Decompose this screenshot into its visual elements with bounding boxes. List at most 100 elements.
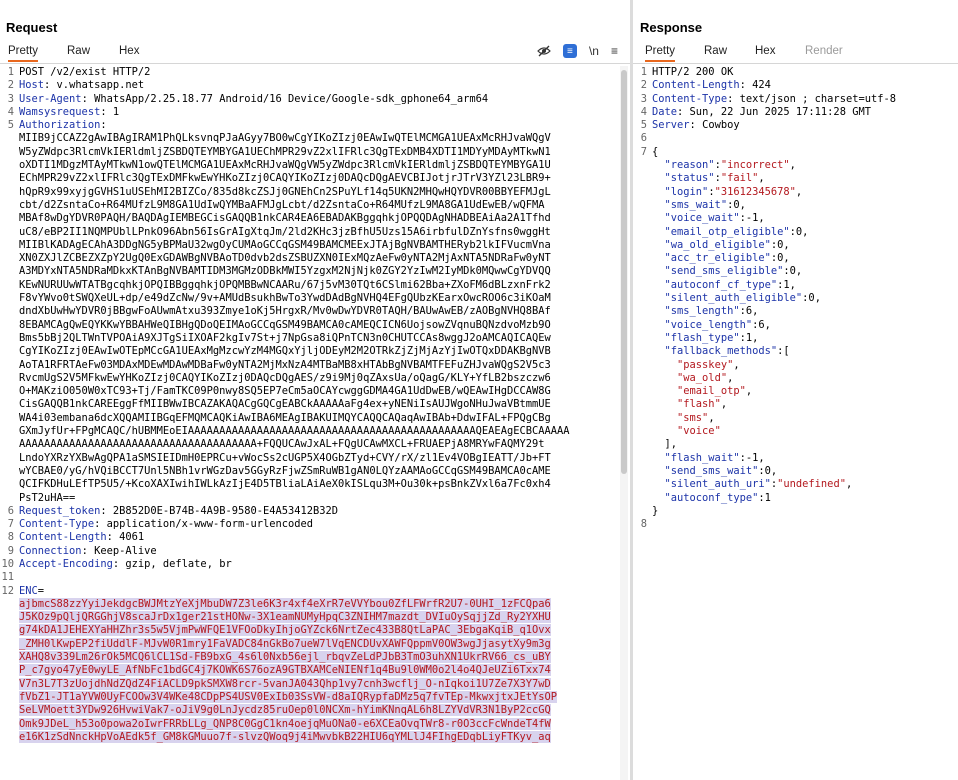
request-code-line: _ZMH0lKwpEP2fiUddlF-MJvW0R1mry1FaVADC84n… xyxy=(19,637,616,651)
response-code-line: "wa_old_eligible":0, xyxy=(652,239,954,252)
response-editor[interactable]: 12345678 HTTP/2 200 OK Content-Length: 42… xyxy=(633,66,958,780)
request-code-line: XAHQ8v339Lm26rOk5MCQ6lCL1Sd-FB9bxG_4s6l0… xyxy=(19,651,616,664)
request-line-number xyxy=(0,146,14,159)
response-code-line: "reason":"incorrect", xyxy=(652,159,954,172)
request-line-number xyxy=(0,319,14,332)
request-line-number xyxy=(0,265,14,278)
request-line-number: 1 xyxy=(7,66,14,78)
comma: , xyxy=(752,331,759,344)
request-code-line: MBAf8wDgYDVR0PAQH/BAQDAgIEMBEGCisGAQQB1n… xyxy=(19,212,551,225)
request-code-line: Authorization: xyxy=(19,119,616,132)
header-name: Content-Type xyxy=(19,518,95,531)
response-code-line: "send_sms_eligible":0, xyxy=(652,265,954,278)
comma: , xyxy=(845,478,853,491)
response-line-number xyxy=(633,425,647,438)
response-line-number xyxy=(633,212,647,225)
response-code-line: "voice_length":6, xyxy=(652,319,954,332)
request-tab-raw[interactable]: Raw xyxy=(67,43,90,60)
request-tab-hex[interactable]: Hex xyxy=(119,43,139,60)
json-key: "voice_wait" xyxy=(664,212,740,225)
request-line-number xyxy=(0,305,14,318)
request-scrollbar-thumb[interactable] xyxy=(621,70,627,474)
response-code-line: Content-Type: text/json ; charset=utf-8 xyxy=(652,93,954,106)
request-line-number xyxy=(0,345,14,358)
response-tab-hex[interactable]: Hex xyxy=(755,43,775,60)
json-string: "incorrect" xyxy=(720,159,790,172)
response-line-number: 4 xyxy=(640,105,647,118)
request-code[interactable]: POST /v2/exist HTTP/2 Host: v.whatsapp.ne… xyxy=(19,66,616,744)
request-scrollbar[interactable] xyxy=(620,66,628,780)
response-line-number xyxy=(633,492,647,505)
response-tab-pretty[interactable]: Pretty xyxy=(645,43,676,62)
request-code-line: RvcmUgS2V5MFkwEwYHKoZIzj0CAQYIKoZIzj0DAQ… xyxy=(19,371,551,384)
request-editor[interactable]: 1 2 3 4 5 6 7 8 9 10 11 12 POST /v2/exist HTTP/2 Hos… xyxy=(0,66,630,780)
response-code-line: "flash", xyxy=(652,398,954,411)
request-line-number xyxy=(0,212,14,225)
response-code-line: Server: Cowboy xyxy=(652,119,954,132)
request-tab-pretty[interactable]: Pretty xyxy=(8,43,39,62)
response-code[interactable]: HTTP/2 200 OK Content-Length: 424 Content-… xyxy=(652,66,954,531)
request-line-number: 4 xyxy=(7,105,14,118)
response-line-number xyxy=(633,319,647,332)
response-tab-raw[interactable]: Raw xyxy=(704,43,727,60)
request-code-line: Omk9JDeL_h53o0powa2oIwrFRRbLLg_QNP8C0GgC… xyxy=(19,717,616,731)
wrap-lines-icon[interactable]: ≡ xyxy=(562,44,577,58)
request-line-number xyxy=(0,664,14,677)
json-string: "undefined" xyxy=(777,478,846,491)
comma: , xyxy=(752,305,759,318)
response-code-line: HTTP/2 200 OK xyxy=(652,66,734,78)
request-line-number xyxy=(0,438,14,451)
header-name: Accept-Encoding xyxy=(19,557,113,570)
newline-icon[interactable]: \n xyxy=(589,44,599,58)
response-code-line: "status":"fail", xyxy=(652,172,954,185)
request-code-line: Request_token: 2B852D0E-B74B-4A9B-9580-E… xyxy=(19,505,616,518)
json-string: "voice" xyxy=(677,425,721,438)
request-code-line: AoTA1RFRTAeFw03MDAxMDEwMDAwMDBaFw0yNTA2M… xyxy=(19,358,551,371)
request-code-line: MIIB9jCCAZ2gAwIBAgIRAM1PhQLksvnqPJaAGyy7… xyxy=(19,132,551,145)
menu-icon[interactable]: ≡ xyxy=(611,44,618,58)
request-line-number xyxy=(0,412,14,425)
request-line-number xyxy=(0,452,14,465)
request-line-number xyxy=(0,385,14,398)
response-line-number: 6 xyxy=(640,132,647,145)
comma: , xyxy=(764,318,771,331)
comma: , xyxy=(795,265,803,278)
header-name: Request_token xyxy=(19,504,101,517)
comma: , xyxy=(758,212,765,225)
comma: , xyxy=(783,252,790,265)
request-line-number: 5 xyxy=(7,119,14,132)
response-pane: Response Pretty Raw Hex Render 12345678 … xyxy=(633,0,958,780)
response-line-number xyxy=(633,359,647,372)
request-line-number: 11 xyxy=(1,571,14,584)
request-code-line: GXmJyfUr+FPgMCAQC/hUBMMEoEIAAAAAAAAAAAAA… xyxy=(19,425,570,438)
json-key: "sms_wait" xyxy=(664,198,728,211)
request-line-number: 8 xyxy=(7,531,14,544)
header-name: User-Agent xyxy=(19,92,82,105)
response-line-number: 3 xyxy=(640,92,647,105)
response-code-line: "voice_wait":-1, xyxy=(652,212,954,225)
request-code-line: J5KOz9pQljQRGGhjV8scaJrDx1ger21stHONw-3X… xyxy=(19,611,616,624)
comma: , xyxy=(770,464,778,477)
param-value: g74kDA1JEHEXYaHHZhr3s5w5VjmPwWFQE1VFOoDk… xyxy=(19,624,551,637)
param-value: ajbmcS88zzYyiJekdgcBWJMtzYeXjMbuDW7Z3le6… xyxy=(19,597,551,610)
response-code-line: "silent_auth_eligible":0, xyxy=(652,292,954,305)
json-key: "flash_wait" xyxy=(664,451,740,464)
response-line-number xyxy=(633,159,647,172)
header-value: 424 xyxy=(745,79,771,92)
request-line-number: 9 xyxy=(7,544,14,557)
request-code-line: W5yZWdpc3RlcmVkIERldmljZSBDQTEYMBYGA1UEC… xyxy=(19,145,551,158)
request-code-line: WA4i03embana6dcXQQAMIIBGqEFMQMCAQKiAwIBA… xyxy=(19,411,551,424)
response-line-numbers: 1234567 8 xyxy=(633,66,647,531)
eye-off-icon[interactable] xyxy=(537,45,551,57)
header-value: WhatsApp/2.25.18.77 Android/16 Device/Go… xyxy=(87,92,489,105)
request-code-line: fVbZ1-JT1aYVW0UyFCOOw3V4WKe48CDpPS4USV0E… xyxy=(19,690,616,704)
